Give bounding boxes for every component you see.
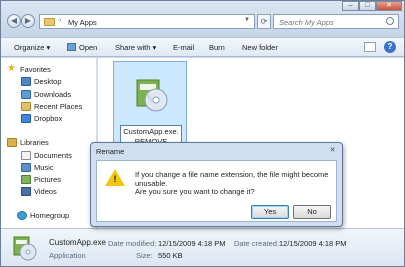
nav-favorites-label: Favorites bbox=[20, 65, 51, 74]
navigation-pane: ★ Favorites Desktop Downloads Recent Pla… bbox=[1, 58, 97, 228]
dropbox-icon bbox=[21, 114, 31, 123]
burn-button[interactable]: Burn bbox=[209, 43, 225, 52]
documents-icon bbox=[21, 151, 31, 160]
minimize-button[interactable]: – bbox=[342, 1, 359, 11]
refresh-button[interactable]: ⟳ bbox=[257, 14, 271, 29]
installer-icon bbox=[136, 79, 168, 112]
view-options-icon[interactable] bbox=[364, 42, 376, 52]
window-controls: – □ ✕ bbox=[342, 1, 402, 11]
nav-favorites[interactable]: ★ Favorites bbox=[7, 63, 51, 74]
nav-libraries[interactable]: Libraries bbox=[7, 138, 49, 147]
date-created-label: Date created: bbox=[234, 239, 280, 248]
nav-videos-label: Videos bbox=[34, 187, 57, 196]
email-button[interactable]: E-mail bbox=[173, 43, 194, 52]
nav-music-label: Music bbox=[34, 163, 54, 172]
breadcrumb-separator: › bbox=[59, 17, 62, 24]
nav-homegroup[interactable]: Homegroup bbox=[17, 211, 70, 220]
date-modified-label: Date modified: bbox=[108, 239, 157, 248]
no-button[interactable]: No bbox=[293, 205, 331, 219]
size-label: Size: bbox=[136, 251, 153, 260]
videos-icon bbox=[21, 187, 31, 196]
nav-dropbox-label: Dropbox bbox=[34, 114, 63, 123]
folder-icon bbox=[44, 18, 55, 26]
nav-recent-places-label: Recent Places bbox=[34, 102, 83, 111]
dialog-body: ! If you change a file name extension, t… bbox=[96, 160, 337, 222]
refresh-icon: ⟳ bbox=[260, 17, 268, 26]
nav-pictures-label: Pictures bbox=[34, 175, 62, 184]
back-button[interactable]: ◀ bbox=[7, 14, 21, 28]
yes-button[interactable]: Yes bbox=[251, 205, 289, 219]
chevron-down-icon[interactable]: ▼ bbox=[244, 17, 250, 23]
music-icon bbox=[21, 163, 31, 172]
star-icon: ★ bbox=[7, 63, 16, 74]
explorer-window: ◀ ▶ › My Apps ▼ ⟳ Search My Apps – □ ✕ O… bbox=[0, 0, 405, 267]
nav-pictures[interactable]: Pictures bbox=[21, 175, 62, 184]
nav-downloads[interactable]: Downloads bbox=[21, 90, 72, 99]
recent-places-icon bbox=[21, 102, 31, 111]
pictures-icon bbox=[21, 175, 31, 184]
nav-downloads-label: Downloads bbox=[34, 90, 72, 99]
dialog-close-button[interactable]: ✕ bbox=[326, 146, 339, 156]
nav-documents[interactable]: Documents bbox=[21, 151, 72, 160]
address-bar-area: ◀ ▶ › My Apps ▼ ⟳ Search My Apps – □ ✕ bbox=[1, 1, 404, 37]
desktop-icon bbox=[21, 77, 31, 86]
nav-libraries-label: Libraries bbox=[20, 138, 49, 147]
address-field[interactable]: › My Apps ▼ bbox=[39, 14, 255, 29]
date-modified-value: 12/15/2009 4:18 PM bbox=[158, 239, 226, 248]
forward-arrow-icon: ▶ bbox=[24, 16, 32, 25]
search-input[interactable]: Search My Apps bbox=[273, 14, 399, 29]
rename-dialog: Rename ✕ ! If you change a file name ext… bbox=[90, 142, 343, 227]
details-pane: CustomApp.exe Application Date modified:… bbox=[1, 228, 404, 266]
homegroup-icon bbox=[17, 211, 27, 220]
libraries-icon bbox=[7, 138, 17, 147]
close-button[interactable]: ✕ bbox=[376, 1, 402, 11]
size-value: 550 KB bbox=[158, 251, 183, 260]
back-arrow-icon: ◀ bbox=[10, 16, 18, 25]
dialog-question: Are you sure you want to change it? bbox=[135, 187, 255, 196]
command-bar: Organize ▾ Open Share with ▾ E-mail Burn… bbox=[1, 37, 404, 57]
details-file-type: Application bbox=[49, 251, 86, 260]
nav-desktop[interactable]: Desktop bbox=[21, 77, 62, 86]
dialog-title: Rename bbox=[96, 147, 125, 156]
nav-dropbox[interactable]: Dropbox bbox=[21, 114, 63, 123]
nav-desktop-label: Desktop bbox=[34, 77, 62, 86]
app-icon bbox=[67, 43, 76, 51]
new-folder-button[interactable]: New folder bbox=[242, 43, 278, 52]
warning-mark: ! bbox=[113, 174, 117, 184]
nav-recent-places[interactable]: Recent Places bbox=[21, 102, 83, 111]
nav-homegroup-label: Homegroup bbox=[30, 211, 70, 220]
nav-documents-label: Documents bbox=[34, 151, 72, 160]
share-with-button[interactable]: Share with ▾ bbox=[115, 43, 156, 52]
search-placeholder: Search My Apps bbox=[279, 18, 334, 27]
installer-icon bbox=[13, 236, 37, 261]
nav-videos[interactable]: Videos bbox=[21, 187, 57, 196]
open-label: Open bbox=[79, 43, 98, 52]
details-file-name: CustomApp.exe bbox=[49, 238, 106, 247]
help-icon[interactable]: ? bbox=[384, 41, 396, 53]
date-created-value: 12/15/2009 4:18 PM bbox=[279, 239, 347, 248]
dialog-message: If you change a file name extension, the… bbox=[135, 170, 329, 188]
forward-button[interactable]: ▶ bbox=[21, 14, 35, 28]
breadcrumb-my-apps[interactable]: My Apps bbox=[68, 18, 97, 27]
open-button[interactable]: Open bbox=[67, 43, 97, 52]
maximize-button[interactable]: □ bbox=[359, 1, 376, 11]
nav-music[interactable]: Music bbox=[21, 163, 54, 172]
downloads-icon bbox=[21, 90, 31, 99]
search-icon bbox=[386, 17, 394, 25]
organize-button[interactable]: Organize ▾ bbox=[14, 43, 50, 52]
